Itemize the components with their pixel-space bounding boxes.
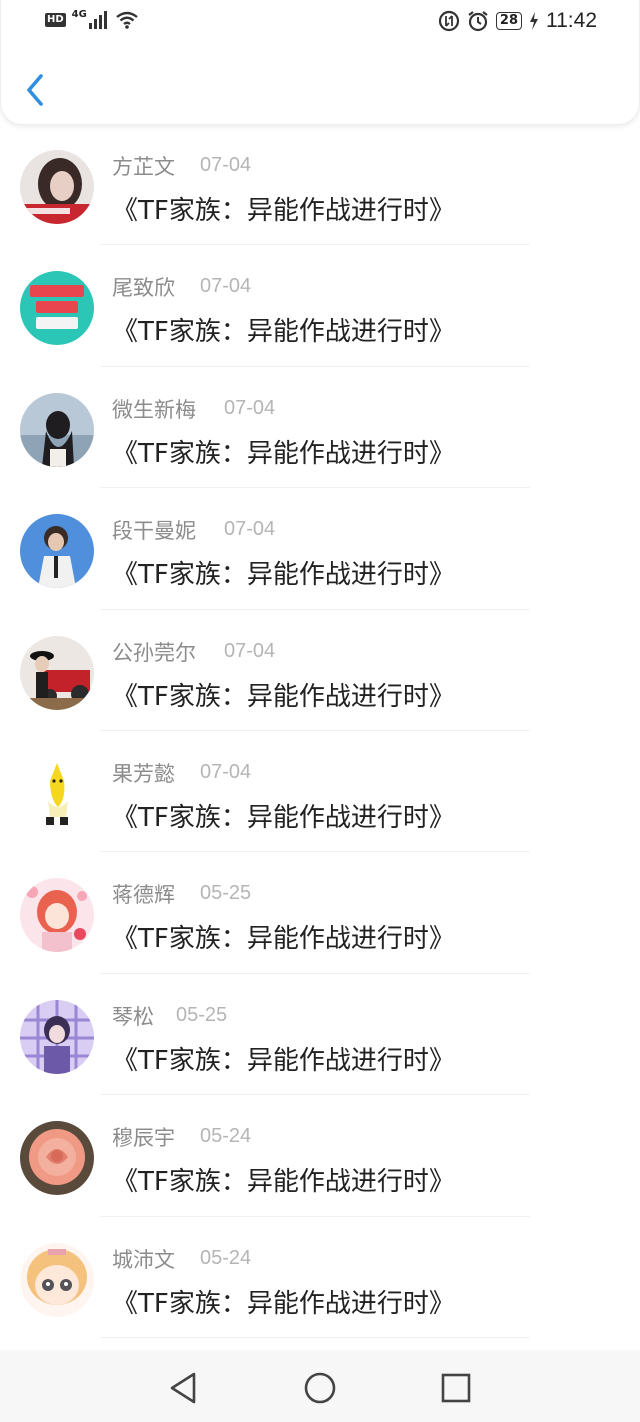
network-type: 4G [71, 8, 87, 20]
red-tractor-avatar [20, 635, 94, 710]
list-item[interactable]: 方芷文 07-04 《TF家族：异能作战进行时》 [0, 124, 640, 246]
message-text: 《TF家族：异能作战进行时》 [112, 1045, 455, 1076]
nav-back-button[interactable] [164, 1368, 204, 1408]
sent-date: 05-25 [176, 1003, 228, 1026]
anime-girl-pink-avatar [20, 878, 94, 953]
battery-indicator: 28 [495, 12, 522, 30]
message-text: 《TF家族：异能作战进行时》 [112, 560, 455, 591]
sender-name: 穆辰宇 [112, 1126, 175, 1151]
sent-date: 07-04 [224, 639, 276, 662]
sender-name: 方芷文 [112, 155, 175, 179]
sent-date: 05-25 [200, 882, 252, 905]
list-item[interactable]: 琴松 05-25 《TF家族：异能作战进行时》 [0, 974, 640, 1096]
message-text: 《TF家族：异能作战进行时》 [112, 438, 455, 469]
sent-date: 07-04 [200, 275, 252, 298]
avatar[interactable] [20, 1121, 94, 1196]
nav-home-button[interactable] [300, 1368, 340, 1408]
sent-date: 05-24 [200, 1246, 252, 1269]
chevron-left-icon [27, 74, 43, 106]
list-item[interactable]: 城沛文 05-24 《TF家族：异能作战进行时》 [0, 1217, 640, 1338]
status-left: HD 4G [45, 8, 139, 29]
square-recent-icon [441, 1373, 471, 1403]
text-logo-avatar [20, 271, 94, 346]
avatar[interactable] [20, 514, 94, 589]
list-item[interactable]: 穆辰宇 05-24 《TF家族：异能作战进行时》 [0, 1095, 640, 1217]
sender-name: 琴松 [112, 1004, 154, 1029]
avatar[interactable] [20, 271, 94, 346]
wifi-icon [116, 11, 138, 29]
avatar[interactable] [20, 635, 94, 710]
message-text: 《TF家族：异能作战进行时》 [112, 317, 455, 348]
nav-recent-button[interactable] [436, 1368, 476, 1408]
sender-name: 城沛文 [112, 1247, 175, 1272]
hd-badge: HD [45, 13, 66, 27]
message-text: 《TF家族：异能作战进行时》 [112, 802, 455, 833]
sender-name: 微生新梅 [112, 397, 196, 422]
list-item[interactable]: 蒋德辉 05-25 《TF家族：异能作战进行时》 [0, 852, 640, 974]
purple-plaid-avatar [20, 999, 94, 1074]
sender-name: 果芳懿 [112, 761, 175, 786]
message-text: 《TF家族：异能作战进行时》 [112, 681, 455, 712]
sender-name: 蒋德辉 [112, 883, 175, 908]
clock: 11:42 [546, 9, 597, 32]
top-header: HD 4G 28 11:42 [0, 0, 640, 125]
list-item[interactable]: 段干曼妮 07-04 《TF家族：异能作战进行时》 [0, 488, 640, 610]
sender-name: 公孙莞尔 [112, 640, 196, 665]
status-bar: HD 4G 28 11:42 [1, 0, 640, 44]
boy-blue-sky-avatar [20, 514, 94, 589]
sent-date: 05-24 [200, 1125, 252, 1148]
list-item[interactable]: 尾致欣 07-04 《TF家族：异能作战进行时》 [0, 245, 640, 367]
circle-home-icon [304, 1372, 336, 1404]
message-text: 《TF家族：异能作战进行时》 [112, 196, 455, 226]
divider [100, 1336, 530, 1338]
avatar[interactable] [20, 1242, 94, 1317]
pink-rose-avatar [20, 1121, 94, 1196]
avatar[interactable] [20, 150, 94, 224]
sent-date: 07-04 [200, 154, 252, 176]
charging-icon [530, 12, 538, 30]
data-saver-icon [438, 10, 460, 32]
list-item[interactable]: 微生新梅 07-04 《TF家族：异能作战进行时》 [0, 367, 640, 489]
message-list: 方芷文 07-04 《TF家族：异能作战进行时》 尾致欣 07-04 《TF家族… [0, 124, 640, 1338]
sender-name: 尾致欣 [112, 276, 175, 301]
message-text: 《TF家族：异能作战进行时》 [112, 1167, 455, 1198]
avatar[interactable] [20, 392, 94, 467]
sent-date: 07-04 [224, 396, 276, 419]
sent-date: 07-04 [200, 760, 252, 783]
sender-name: 段干曼妮 [112, 519, 196, 544]
message-text: 《TF家族：异能作战进行时》 [112, 924, 455, 955]
banana-cartoon-avatar [20, 756, 94, 831]
triangle-back-icon [170, 1372, 196, 1404]
message-text: 《TF家族：异能作战进行时》 [112, 1288, 455, 1319]
alarm-icon [468, 11, 488, 32]
girl-back-sea-avatar [20, 392, 94, 467]
avatar[interactable] [20, 756, 94, 831]
avatar[interactable] [20, 878, 94, 953]
anime-chibi-avatar [20, 1242, 94, 1317]
list-item[interactable]: 果芳懿 07-04 《TF家族：异能作战进行时》 [0, 731, 640, 853]
signal-icon [88, 11, 107, 29]
sent-date: 07-04 [224, 518, 276, 541]
status-right: 28 11:42 [438, 9, 597, 33]
list-item[interactable]: 公孙莞尔 07-04 《TF家族：异能作战进行时》 [0, 610, 640, 731]
system-nav-bar [0, 1350, 640, 1422]
girl-portrait-avatar [20, 150, 94, 224]
avatar[interactable] [20, 999, 94, 1074]
back-button[interactable] [19, 70, 53, 110]
